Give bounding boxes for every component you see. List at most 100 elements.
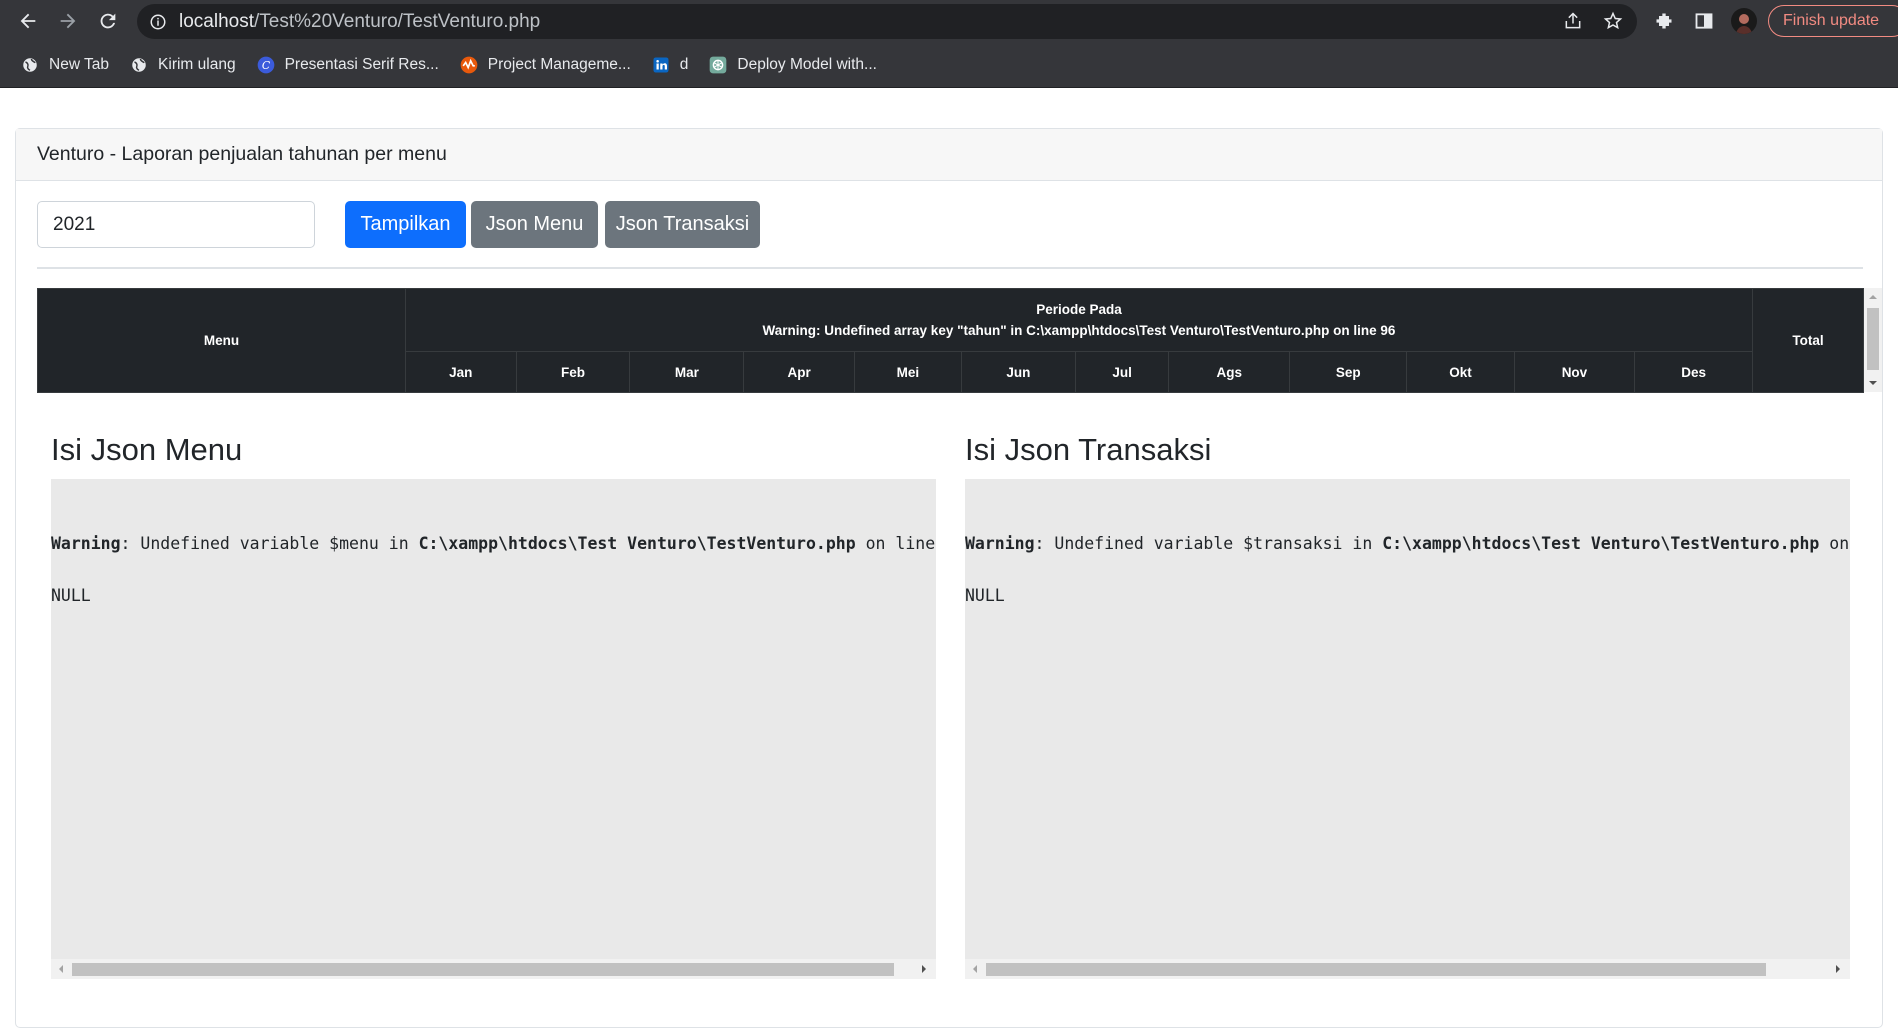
json-transaksi-output: Warning: Undefined variable $transaksi i…	[965, 479, 1850, 979]
finish-update-button[interactable]: Finish update	[1768, 5, 1898, 37]
avatar[interactable]	[1731, 8, 1757, 34]
warning-path: C:\xampp\htdocs\Test Venturo\TestVenturo…	[418, 534, 856, 553]
warning-text: : Undefined variable $transaksi in	[1034, 534, 1383, 553]
bookmark-label: Kirim ulang	[158, 56, 236, 73]
forward-button[interactable]	[54, 7, 82, 35]
report-card: Venturo - Laporan penjualan tahunan per …	[15, 128, 1883, 1028]
report-table-wrapper: Menu Periode Pada Warning: Undefined arr…	[37, 288, 1882, 393]
warning-tail: on l	[1829, 534, 1850, 553]
url-text: localhost/Test%20Venturo/TestVenturo.php	[179, 10, 541, 32]
report-table: Menu Periode Pada Warning: Undefined arr…	[37, 288, 1864, 393]
canva-icon: C	[256, 55, 276, 75]
svg-text:C: C	[261, 59, 270, 72]
warning-text: : Undefined variable $menu in	[120, 534, 419, 553]
table-vertical-scrollbar[interactable]	[1864, 288, 1882, 392]
globe-icon	[20, 55, 40, 75]
month-header-mar: Mar	[629, 351, 745, 393]
scrollbar-thumb[interactable]	[1867, 308, 1879, 370]
scroll-left-icon[interactable]	[54, 959, 68, 979]
warning-label: Warning	[51, 534, 121, 553]
bookmark-presentasi[interactable]: C Presentasi Serif Res...	[256, 55, 439, 75]
bookmark-kirim-ulang[interactable]: Kirim ulang	[129, 55, 236, 75]
warning-path: C:\xampp\htdocs\Test Venturo\TestVenturo…	[1382, 534, 1820, 553]
warning-text: : Undefined array key "tahun" in	[816, 323, 1027, 338]
month-header-des: Des	[1634, 351, 1753, 393]
month-header-okt: Okt	[1406, 351, 1515, 393]
bookmark-star-icon[interactable]	[1603, 11, 1623, 36]
divider	[37, 267, 1863, 269]
json-menu-horizontal-scrollbar[interactable]	[51, 959, 936, 979]
bookmark-label: d	[679, 56, 689, 73]
json-menu-warning: Warning: Undefined variable $menu in C:\…	[51, 534, 936, 553]
month-header-nov: Nov	[1513, 351, 1636, 393]
share-icon[interactable]	[1563, 11, 1583, 36]
scrollbar-thumb[interactable]	[986, 963, 1766, 976]
json-transaksi-button[interactable]: Json Transaksi	[605, 201, 760, 248]
arrow-right-icon	[60, 13, 76, 29]
warning-path: C:\xampp\htdocs\Test Venturo\TestVenturo…	[1026, 323, 1330, 338]
json-transaksi-label: Json Transaksi	[615, 213, 750, 235]
scrollbar-thumb[interactable]	[72, 963, 894, 976]
json-menu-button[interactable]: Json Menu	[471, 201, 598, 248]
bookmark-linkedin[interactable]: d	[651, 55, 689, 75]
address-bar[interactable]: localhost/Test%20Venturo/TestVenturo.php	[137, 4, 1637, 39]
reload-button[interactable]	[94, 7, 122, 35]
warning-tail: on line 1	[865, 534, 936, 553]
json-transaksi-horizontal-scrollbar[interactable]	[965, 959, 1850, 979]
json-transaksi-title: Isi Json Transaksi	[965, 432, 1212, 467]
globe-icon	[129, 55, 149, 75]
warning-online: on line	[1329, 323, 1381, 338]
page-content: Venturo - Laporan penjualan tahunan per …	[0, 88, 1898, 1028]
scroll-left-icon[interactable]	[968, 959, 982, 979]
bookmarks-bar: New Tab Kirim ulang C Presentasi Serif R…	[0, 43, 1898, 88]
month-header-feb: Feb	[515, 351, 631, 393]
arrow-left-icon	[20, 13, 36, 29]
menu-column-header: Menu	[37, 288, 406, 393]
scroll-right-icon[interactable]	[917, 959, 931, 979]
card-header: Venturo - Laporan penjualan tahunan per …	[16, 129, 1882, 181]
json-transaksi-null: NULL	[965, 586, 1005, 605]
extensions-icon[interactable]	[1654, 11, 1674, 36]
side-panel-icon[interactable]	[1694, 11, 1714, 36]
finish-update-label: Finish update	[1783, 12, 1880, 29]
periode-header: Periode Pada Warning: Undefined array ke…	[405, 288, 1753, 352]
bookmark-label: Deploy Model with...	[737, 56, 877, 73]
json-menu-output: Warning: Undefined variable $menu in C:\…	[51, 479, 936, 979]
browser-toolbar: localhost/Test%20Venturo/TestVenturo.php…	[0, 0, 1898, 43]
scroll-right-icon[interactable]	[1831, 959, 1845, 979]
total-column-header: Total	[1752, 288, 1864, 393]
month-header-jan: Jan	[405, 351, 517, 393]
tampilkan-button[interactable]: Tampilkan	[345, 201, 466, 248]
bookmark-new-tab[interactable]: New Tab	[20, 55, 109, 75]
bookmark-label: Project Manageme...	[487, 56, 631, 73]
chart-icon	[459, 55, 479, 75]
month-header-mei: Mei	[853, 351, 962, 393]
month-header-jul: Jul	[1074, 351, 1170, 393]
month-header-sep: Sep	[1289, 351, 1408, 393]
bookmark-project-management[interactable]: Project Manageme...	[459, 55, 631, 75]
year-input[interactable]	[37, 201, 315, 248]
warning-line: 96	[1380, 323, 1396, 338]
scroll-up-icon[interactable]	[1864, 290, 1882, 304]
back-button[interactable]	[14, 7, 42, 35]
warning-label: Warning	[965, 534, 1035, 553]
info-icon	[150, 14, 166, 29]
reload-icon	[100, 13, 116, 29]
bookmark-label: Presentasi Serif Res...	[284, 56, 439, 73]
json-transaksi-warning: Warning: Undefined variable $transaksi i…	[965, 534, 1850, 553]
month-header-jun: Jun	[960, 351, 1076, 393]
linkedin-icon	[651, 55, 671, 75]
month-header-ags: Ags	[1168, 351, 1291, 393]
bookmark-label: New Tab	[49, 56, 110, 73]
scroll-down-icon[interactable]	[1864, 376, 1882, 390]
month-header-apr: Apr	[743, 351, 855, 393]
json-menu-null: NULL	[51, 586, 91, 605]
tampilkan-label: Tampilkan	[360, 213, 451, 235]
bookmark-deploy-model[interactable]: Deploy Model with...	[708, 55, 877, 75]
json-menu-title: Isi Json Menu	[51, 432, 243, 467]
periode-title: Periode Pada	[1036, 302, 1122, 317]
openai-icon	[708, 55, 728, 75]
json-menu-label: Json Menu	[485, 213, 584, 235]
periode-warning: Warning: Undefined array key "tahun" in …	[406, 320, 1752, 341]
warning-label: Warning	[762, 323, 817, 338]
